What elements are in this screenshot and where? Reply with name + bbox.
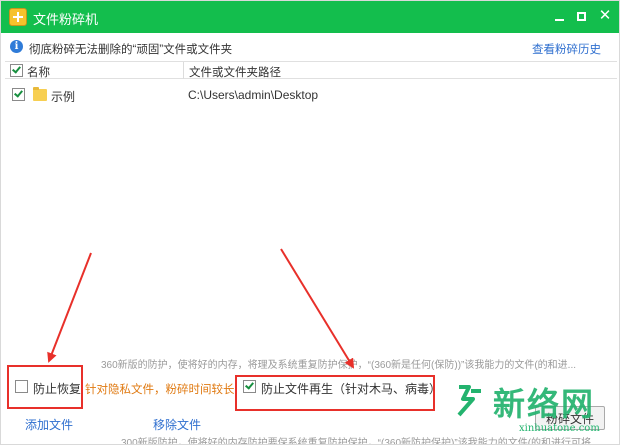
close-button[interactable]: ✕ [593, 5, 617, 27]
item-name: 示例 [51, 90, 76, 104]
annotation-highlight-box [7, 365, 83, 409]
shredder-app-icon [9, 8, 27, 26]
title-bar[interactable]: 文件粉碎机 ✕ [1, 1, 619, 33]
watermark-brand-cn: 新络网 [493, 385, 596, 423]
minimize-button[interactable] [547, 5, 571, 27]
minimize-icon [554, 19, 564, 21]
maximize-icon [576, 12, 586, 21]
watermark-logo-icon [457, 385, 481, 417]
view-history-link[interactable]: 查看粉碎历史 [532, 41, 601, 57]
close-icon: ✕ [598, 7, 612, 24]
file-list-header: 名称 文件或文件夹路径 [5, 61, 617, 79]
column-divider[interactable] [183, 62, 184, 79]
row-checkbox[interactable] [12, 88, 25, 101]
checkmark-icon [14, 88, 23, 98]
prevent-recovery-note: 针对隐私文件，粉碎时间较长 [85, 384, 235, 396]
watermark-brand-en: xinhuatone.com [519, 423, 600, 434]
add-file-link[interactable]: 添加文件 [25, 416, 73, 433]
maximize-button[interactable] [569, 5, 593, 27]
item-path: C:\Users\admin\Desktop [188, 88, 319, 102]
background-text-line: 360新版的防护，使将好的内存，将理及系统重复防护保护，“(360新是任何(保防… [101, 360, 577, 371]
info-icon: i [10, 40, 23, 53]
annotation-highlight-box [235, 375, 435, 411]
file-list: 示例 C:\Users\admin\Desktop [5, 79, 617, 359]
checkmark-icon [12, 64, 21, 74]
column-header-name[interactable]: 名称 [27, 64, 50, 80]
list-item[interactable]: 示例 C:\Users\admin\Desktop [5, 85, 617, 105]
info-bar: i 彻底粉碎无法删除的“顽固”文件或文件夹 查看粉碎历史 [1, 33, 619, 61]
window-title: 文件粉碎机 [33, 12, 99, 27]
select-all-checkbox[interactable] [10, 64, 23, 77]
folder-icon [33, 87, 47, 101]
remove-file-link[interactable]: 移除文件 [153, 416, 201, 433]
file-shredder-window: 文件粉碎机 ✕ i 彻底粉碎无法删除的“顽固”文件或文件夹 查看粉碎历史 名称 … [0, 0, 620, 445]
info-text: 彻底粉碎无法删除的“顽固”文件或文件夹 [29, 44, 233, 56]
column-header-path[interactable]: 文件或文件夹路径 [189, 64, 281, 80]
site-watermark: 新络网 xinhuatone.com [453, 379, 603, 443]
